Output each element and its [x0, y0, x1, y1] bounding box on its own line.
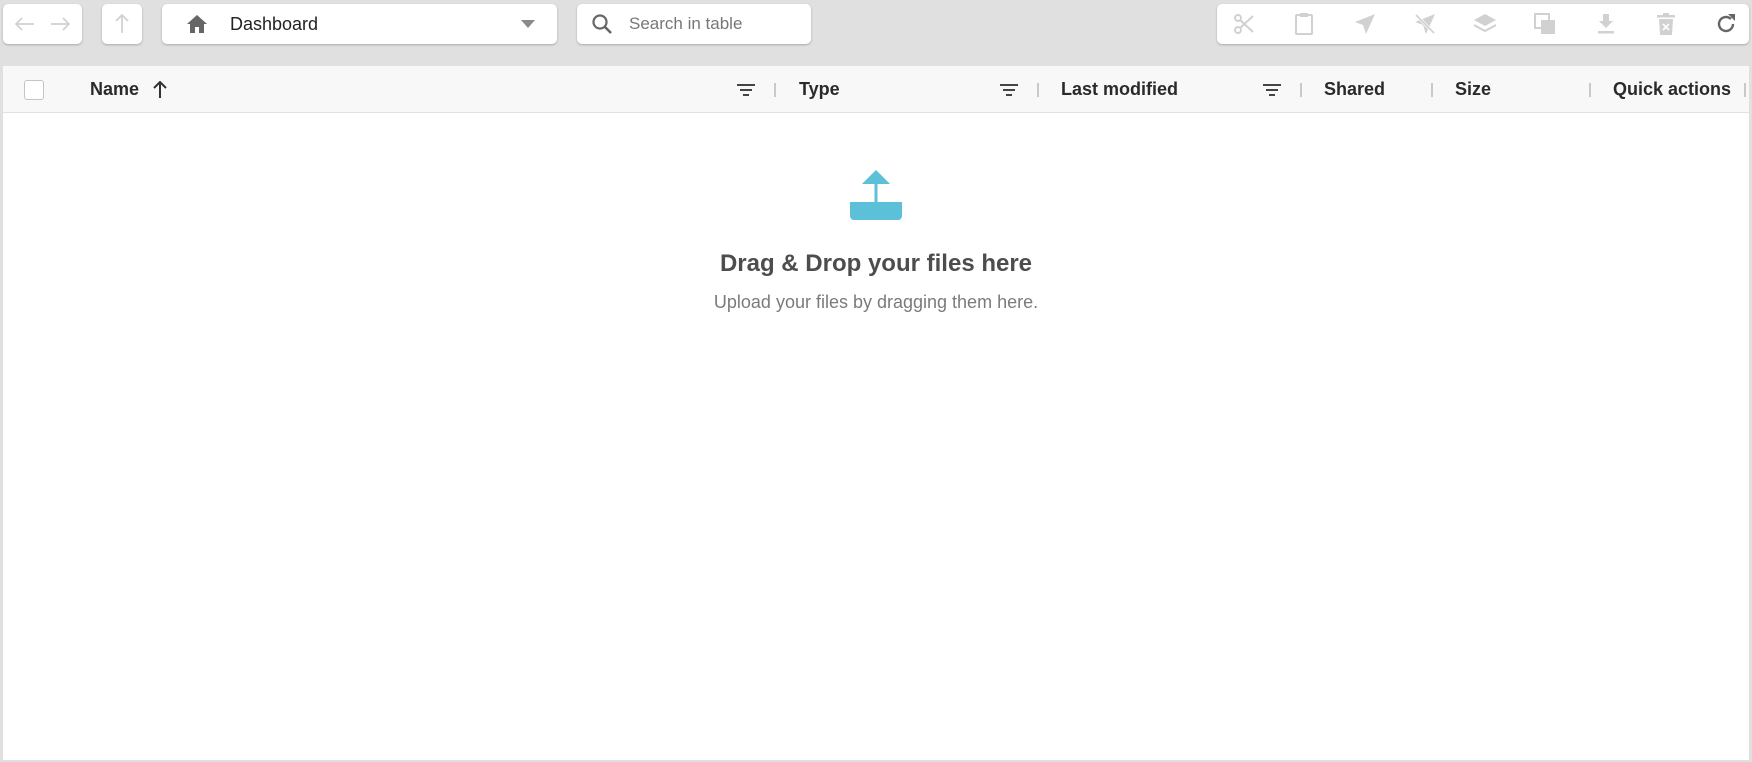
table-header: Name Type Last modified Shared Size Quic… — [3, 66, 1749, 113]
sort-ascending-icon[interactable] — [147, 77, 173, 103]
refresh-icon[interactable] — [1713, 11, 1739, 37]
arrow-right-icon[interactable] — [47, 11, 73, 37]
column-resizer[interactable] — [1431, 83, 1433, 97]
column-header-size[interactable]: Size — [1455, 66, 1491, 113]
select-all-checkbox[interactable] — [24, 80, 44, 100]
filter-icon[interactable] — [733, 77, 759, 103]
caret-down-icon[interactable] — [515, 11, 541, 37]
history-nav — [3, 4, 82, 44]
column-header-type[interactable]: Type — [799, 66, 840, 113]
column-header-shared[interactable]: Shared — [1324, 66, 1385, 113]
cut-icon[interactable] — [1231, 11, 1257, 37]
column-resizer[interactable] — [1744, 83, 1746, 97]
empty-state-subtitle: Upload your files by dragging them here. — [713, 292, 1039, 312]
column-resizer[interactable] — [1300, 83, 1302, 97]
column-header-quick-actions: Quick actions — [1613, 66, 1731, 113]
arrow-left-icon[interactable] — [12, 11, 38, 37]
column-shared-label: Shared — [1324, 79, 1386, 99]
upload-icon — [848, 166, 904, 227]
column-type-label: Type — [799, 79, 840, 99]
filter-icon[interactable] — [996, 77, 1022, 103]
current-path-label: Dashboard — [230, 13, 319, 34]
column-size-label: Size — [1455, 79, 1492, 99]
delete-icon[interactable] — [1653, 11, 1679, 37]
file-actions — [1217, 4, 1749, 44]
column-last-modified-label: Last modified — [1061, 79, 1179, 99]
parent-folder-button[interactable] — [102, 4, 142, 44]
column-name-label: Name — [90, 79, 140, 99]
file-table: Name Type Last modified Shared Size Quic… — [3, 66, 1749, 760]
column-resizer[interactable] — [774, 83, 776, 97]
copy-icon[interactable] — [1532, 11, 1558, 37]
clipboard-icon[interactable] — [1291, 11, 1317, 37]
share-icon[interactable] — [1352, 11, 1378, 37]
column-resizer[interactable] — [1589, 83, 1591, 97]
search-field[interactable]: Search in table — [577, 4, 811, 44]
column-resizer[interactable] — [1037, 83, 1039, 97]
search-icon — [589, 11, 615, 37]
empty-state-title: Drag & Drop your files here — [719, 250, 1033, 277]
arrow-up-icon — [109, 11, 135, 37]
download-icon[interactable] — [1593, 11, 1619, 37]
column-quick-actions-label: Quick actions — [1613, 79, 1732, 99]
filter-icon[interactable] — [1259, 77, 1285, 103]
unshare-icon[interactable] — [1412, 11, 1438, 37]
home-icon — [184, 11, 210, 37]
search-input[interactable]: Search in table — [629, 14, 742, 34]
layers-icon[interactable] — [1472, 11, 1498, 37]
toolbar: Dashboard Search in table — [0, 0, 1752, 60]
path-selector[interactable]: Dashboard — [162, 4, 557, 44]
drop-zone[interactable] — [3, 166, 1749, 227]
column-header-last-modified[interactable]: Last modified — [1061, 66, 1178, 113]
column-header-name[interactable]: Name — [90, 66, 173, 113]
